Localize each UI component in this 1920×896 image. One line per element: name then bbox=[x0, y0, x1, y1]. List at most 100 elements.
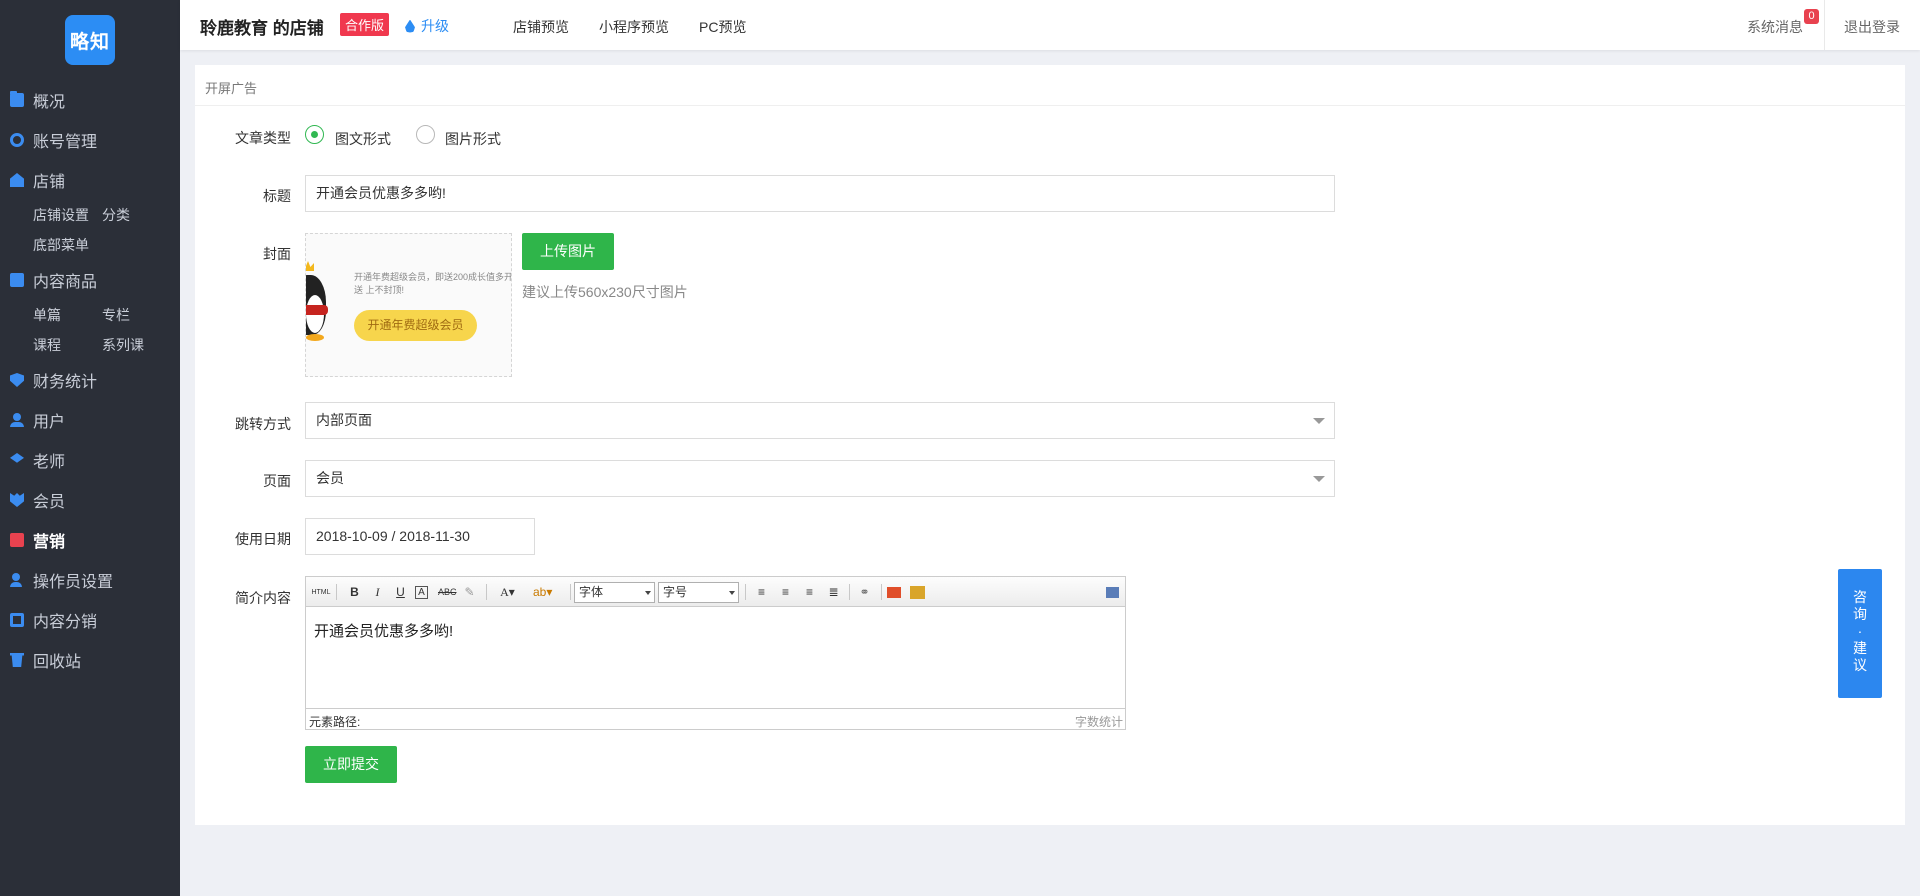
upgrade-link[interactable]: 升级 bbox=[405, 16, 449, 36]
cover-preview[interactable]: 开通年费超级会员，即送200成长值多开多送 上不封顶! 开通年费超级会员 bbox=[305, 233, 512, 377]
cover-promo-text: 开通年费超级会员，即送200成长值多开多送 上不封顶! bbox=[354, 272, 512, 295]
submenu-course[interactable]: 课程 bbox=[33, 330, 102, 360]
sidebar-item-label: 营销 bbox=[33, 534, 66, 551]
highlight-color-icon[interactable]: ab▾ bbox=[533, 584, 552, 601]
image-icon[interactable] bbox=[887, 587, 901, 598]
edition-badge: 合作版 bbox=[340, 13, 390, 36]
rich-text-editor[interactable]: HTML B I U A ABC ✎ A▾ ab▾ 字体 字号 ≡ ≡ ≡ ≣ … bbox=[305, 576, 1126, 730]
title-input[interactable]: 开通会员优惠多多哟! bbox=[305, 175, 1335, 212]
sidebar-item-label: 会员 bbox=[33, 494, 66, 511]
pc-preview-link[interactable]: PC预览 bbox=[699, 17, 746, 37]
strikethrough-icon[interactable]: ABC bbox=[438, 584, 457, 601]
sidebar-item-finance[interactable]: 财务统计 bbox=[0, 360, 180, 400]
align-left-icon[interactable]: ≡ bbox=[753, 584, 770, 601]
system-messages-link[interactable]: 系统消息 bbox=[1747, 17, 1803, 37]
page-value: 会员 bbox=[316, 470, 344, 486]
sidebar-item-members[interactable]: 会员 bbox=[0, 480, 180, 520]
bold-icon[interactable]: B bbox=[346, 584, 363, 601]
jump-type-value: 内部页面 bbox=[316, 412, 372, 428]
submenu-bottom-menu[interactable]: 底部菜单 bbox=[33, 230, 102, 260]
sidebar-item-overview[interactable]: 概况 bbox=[0, 80, 180, 120]
sidebar-item-trash[interactable]: 回收站 bbox=[0, 640, 180, 680]
submit-button[interactable]: 立即提交 bbox=[305, 746, 397, 783]
font-family-select[interactable]: 字体 bbox=[574, 582, 655, 603]
logout-link[interactable]: 退出登录 bbox=[1844, 17, 1900, 37]
font-size-select[interactable]: 字号 bbox=[658, 582, 739, 603]
sidebar-item-users[interactable]: 用户 bbox=[0, 400, 180, 440]
rocket-icon bbox=[405, 19, 415, 33]
marketing-icon bbox=[10, 533, 24, 547]
cover-label: 封面 bbox=[263, 246, 291, 262]
store-icon bbox=[10, 173, 24, 187]
sidebar-item-account[interactable]: 账号管理 bbox=[0, 120, 180, 160]
message-count-badge: 0 bbox=[1804, 9, 1819, 24]
submenu-category[interactable]: 分类 bbox=[102, 200, 171, 230]
intro-label: 简介内容 bbox=[235, 590, 291, 606]
upgrade-label: 升级 bbox=[421, 18, 449, 34]
app-logo[interactable]: 略知 bbox=[65, 15, 115, 65]
editor-toolbar: HTML B I U A ABC ✎ A▾ ab▾ 字体 字号 ≡ ≡ ≡ ≣ … bbox=[306, 577, 1125, 607]
sidebar-item-distribution[interactable]: 内容分销 bbox=[0, 600, 180, 640]
sidebar-item-label: 老师 bbox=[33, 454, 66, 471]
submenu-column[interactable]: 专栏 bbox=[102, 300, 171, 330]
consult-suggest-button[interactable]: 咨询·建议 bbox=[1838, 569, 1882, 698]
consult-label: 咨询·建议 bbox=[1853, 589, 1867, 673]
user-icon bbox=[10, 413, 24, 427]
radio-graphic-text-label[interactable]: 图文形式 bbox=[335, 129, 391, 149]
sidebar-item-label: 用户 bbox=[33, 414, 66, 431]
sidebar-item-content[interactable]: 内容商品 bbox=[0, 260, 180, 300]
folder-icon bbox=[10, 91, 24, 107]
multi-image-icon[interactable] bbox=[910, 586, 925, 599]
element-path: 元素路径: bbox=[309, 715, 361, 729]
html-source-icon[interactable]: HTML bbox=[310, 584, 332, 601]
sidebar-item-label: 店铺 bbox=[33, 174, 66, 191]
miniprogram-preview-link[interactable]: 小程序预览 bbox=[599, 17, 669, 37]
section-title: 开屏广告 bbox=[205, 81, 258, 96]
sidebar-item-label: 回收站 bbox=[33, 654, 82, 671]
shield-icon bbox=[10, 373, 24, 387]
trash-icon bbox=[10, 653, 24, 667]
italic-icon[interactable]: I bbox=[369, 584, 386, 601]
radio-graphic-text[interactable] bbox=[305, 125, 324, 144]
align-right-icon[interactable]: ≡ bbox=[801, 584, 818, 601]
jump-type-select[interactable]: 内部页面 bbox=[305, 402, 1335, 439]
page-label: 页面 bbox=[263, 473, 291, 489]
sidebar-item-label: 内容分销 bbox=[33, 614, 98, 631]
top-header: 聆鹿教育 的店铺 合作版 升级 店铺预览 小程序预览 PC预览 系统消息 0 退… bbox=[180, 0, 1920, 50]
upload-image-button[interactable]: 上传图片 bbox=[522, 233, 614, 270]
align-justify-icon[interactable]: ≣ bbox=[825, 584, 842, 601]
sidebar: 略知 概况 账号管理 店铺 店铺设置 分类 底部菜单 内容商品 单篇 专栏 课程… bbox=[0, 0, 180, 896]
bag-icon bbox=[10, 273, 24, 287]
editor-content[interactable]: 开通会员优惠多多哟! bbox=[314, 620, 453, 641]
radio-image-only-label[interactable]: 图片形式 bbox=[445, 129, 501, 149]
sidebar-item-operators[interactable]: 操作员设置 bbox=[0, 560, 180, 600]
submenu-store-settings[interactable]: 店铺设置 bbox=[33, 200, 102, 230]
sidebar-item-teachers[interactable]: 老师 bbox=[0, 440, 180, 480]
shop-title: 聆鹿教育 的店铺 bbox=[200, 19, 324, 38]
sidebar-item-store[interactable]: 店铺 bbox=[0, 160, 180, 200]
page-select[interactable]: 会员 bbox=[305, 460, 1335, 497]
radio-image-only[interactable] bbox=[416, 125, 435, 144]
submenu-single[interactable]: 单篇 bbox=[33, 300, 102, 330]
submenu-series[interactable]: 系列课 bbox=[102, 330, 171, 360]
upload-hint: 建议上传560x230尺寸图片 bbox=[522, 284, 688, 300]
sidebar-item-marketing[interactable]: 营销 bbox=[0, 520, 180, 560]
article-type-label: 文章类型 bbox=[235, 130, 291, 146]
font-color-icon[interactable]: A▾ bbox=[499, 584, 516, 601]
eraser-icon[interactable]: ✎ bbox=[461, 584, 478, 601]
fullscreen-icon[interactable] bbox=[1106, 587, 1119, 598]
underline-icon[interactable]: U bbox=[392, 584, 409, 601]
editor-footer: 元素路径: 字数统计 bbox=[306, 708, 1125, 729]
header-divider bbox=[1824, 0, 1825, 50]
content-submenu: 单篇 专栏 课程 系列课 bbox=[0, 300, 180, 360]
operator-icon bbox=[10, 573, 24, 587]
sidebar-item-label: 内容商品 bbox=[33, 274, 98, 291]
date-range-input[interactable]: 2018-10-09 / 2018-11-30 bbox=[305, 518, 535, 555]
link-icon[interactable]: ⚭ bbox=[856, 584, 873, 601]
title-label: 标题 bbox=[263, 188, 291, 204]
border-text-icon[interactable]: A bbox=[415, 586, 428, 599]
store-submenu: 店铺设置 分类 底部菜单 bbox=[0, 200, 180, 260]
align-center-icon[interactable]: ≡ bbox=[777, 584, 794, 601]
cover-promo-button: 开通年费超级会员 bbox=[354, 310, 477, 341]
store-preview-link[interactable]: 店铺预览 bbox=[513, 17, 569, 37]
